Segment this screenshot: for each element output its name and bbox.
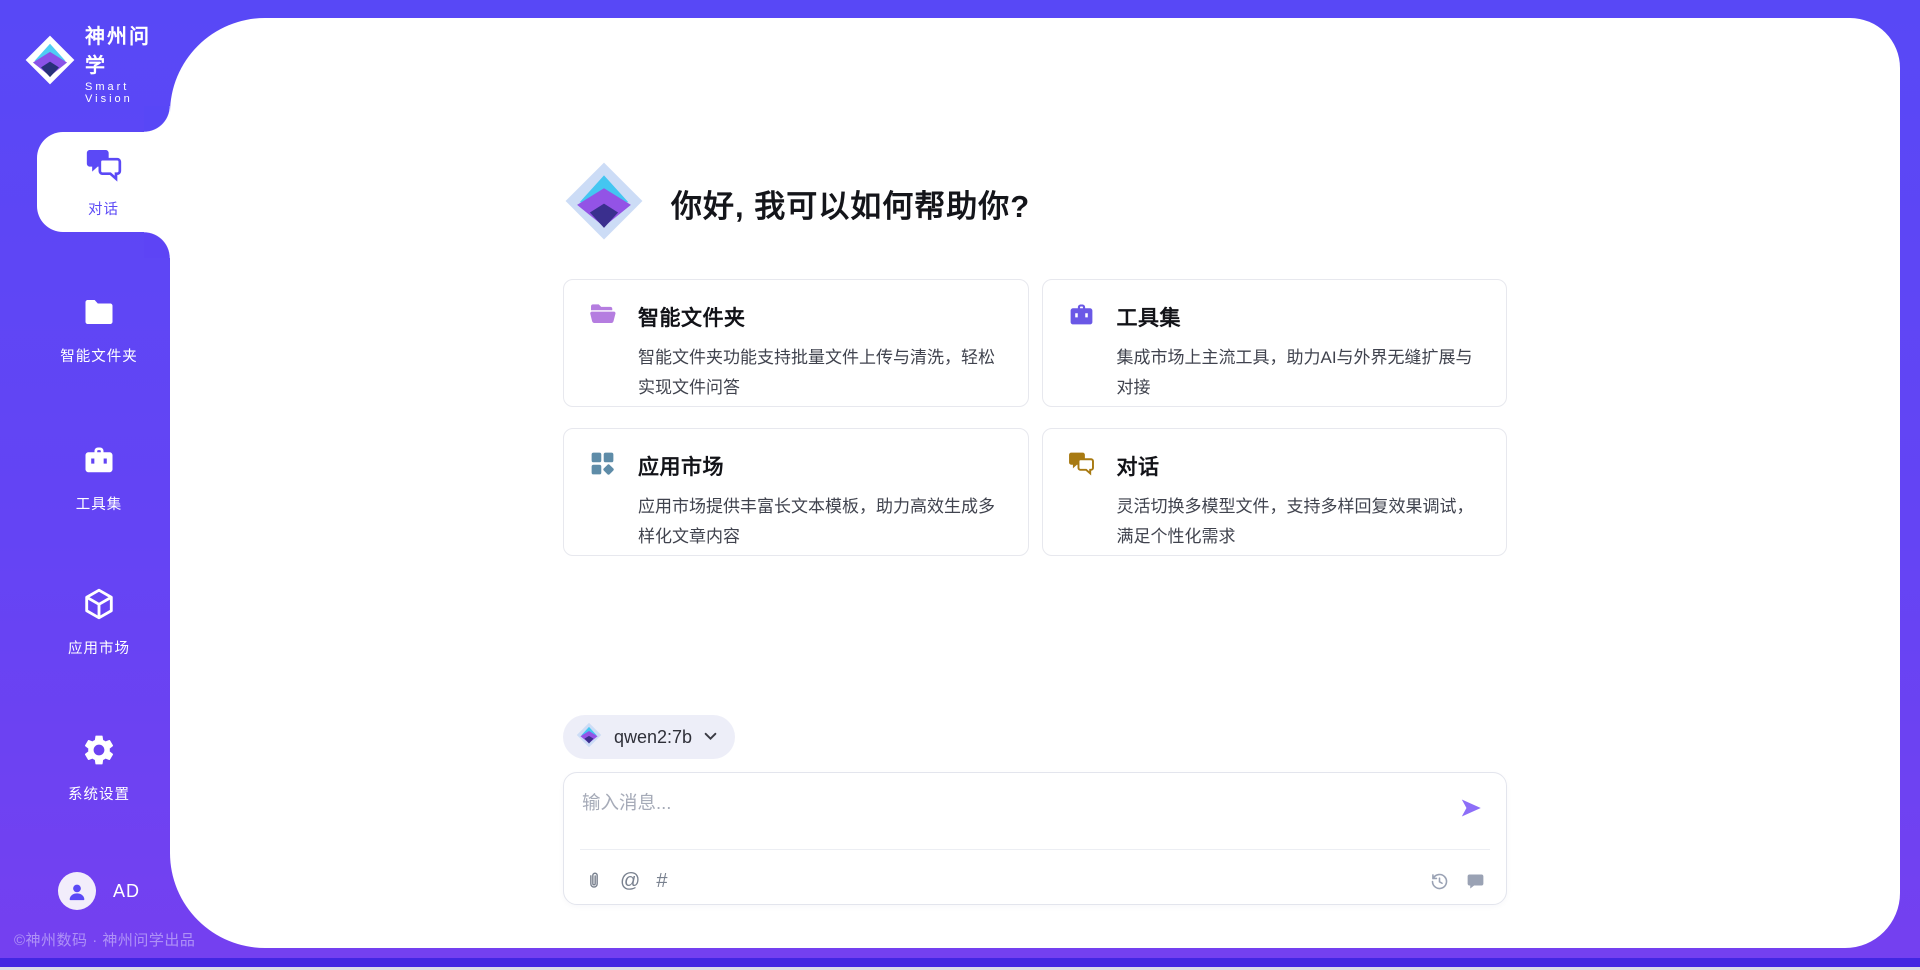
model-selector[interactable]: qwen2:7b [563,715,735,759]
card-title: 对话 [1117,451,1160,481]
folder-icon [81,294,117,334]
card-description: 应用市场提供丰富长文本模板，助力高效生成多样化文章内容 [638,492,1004,552]
toolbox-icon [81,442,117,482]
brand-diamond-icon [24,34,76,91]
card-toolset[interactable]: 工具集 集成市场上主流工具，助力AI与外界无缝扩展与对接 [1042,279,1508,407]
folder-open-icon [588,300,617,334]
card-description: 智能文件夹功能支持批量文件上传与清洗，轻松实现文件问答 [638,343,1004,403]
user-initials: AD [113,881,140,902]
chat-icon [84,145,124,190]
history-icon[interactable] [1429,871,1450,892]
main-content: 你好, 我可以如何帮助你? 智能文件夹 智能文件夹功能支持批量文件上传与清洗，轻… [170,18,1900,948]
avatar [58,872,96,910]
card-description: 灵活切换多模型文件，支持多样回复效果调试，满足个性化需求 [1117,492,1483,552]
card-chat[interactable]: 对话 灵活切换多模型文件，支持多样回复效果调试，满足个性化需求 [1042,428,1508,556]
sidebar-item-settings[interactable]: 系统设置 [14,732,184,804]
tab-fillet-bottom [144,232,170,258]
card-smart-folder[interactable]: 智能文件夹 智能文件夹功能支持批量文件上传与清洗，轻松实现文件问答 [563,279,1029,407]
send-icon[interactable] [1458,795,1484,821]
card-app-market[interactable]: 应用市场 应用市场提供丰富长文本模板，助力高效生成多样化文章内容 [563,428,1029,556]
brand-subtitle: Smart Vision [85,81,170,105]
feedback-icon[interactable] [1465,871,1486,892]
window-bottom-bar [0,958,1920,967]
sidebar: 神州问学 Smart Vision 对话 智能文件夹 工具集 [0,0,170,970]
cube-icon [81,586,117,626]
greeting-title: 你好, 我可以如何帮助你? [671,181,1030,226]
sidebar-item-toolset[interactable]: 工具集 [14,442,184,514]
message-input-box: @ # [563,772,1507,905]
greeting-row: 你好, 我可以如何帮助你? [563,160,1507,247]
card-description: 集成市场上主流工具，助力AI与外界无缝扩展与对接 [1117,343,1483,403]
brand-logo: 神州问学 Smart Vision [24,20,170,105]
brand-diamond-icon [563,160,645,247]
brand-name: 神州问学 [85,20,170,78]
apps-grid-icon [588,449,617,483]
person-icon [66,880,88,902]
toolbox-icon [1067,300,1096,334]
chevron-down-icon [704,728,717,746]
model-name: qwen2:7b [614,727,692,748]
sidebar-item-app-market[interactable]: 应用市场 [14,586,184,658]
attachment-icon[interactable] [584,871,604,891]
sidebar-item-label: 系统设置 [68,783,130,804]
card-title: 智能文件夹 [638,302,746,332]
card-title: 应用市场 [638,451,724,481]
card-title: 工具集 [1117,302,1182,332]
gear-icon [81,732,117,772]
chat-icon [1067,449,1096,483]
sidebar-item-label: 工具集 [76,493,123,514]
hashtag-icon[interactable]: # [656,871,667,891]
feature-cards: 智能文件夹 智能文件夹功能支持批量文件上传与清洗，轻松实现文件问答 工具集 集成… [563,279,1507,556]
sidebar-item-label: 对话 [88,198,119,219]
brand-diamond-icon [576,722,602,753]
sidebar-item-smart-folder[interactable]: 智能文件夹 [14,294,184,366]
sidebar-item-label: 智能文件夹 [60,345,138,366]
sidebar-item-chat[interactable]: 对话 [37,132,170,232]
input-divider [580,849,1490,850]
user-account[interactable]: AD [58,872,140,910]
message-input[interactable] [582,789,1442,841]
composer: qwen2:7b [563,715,1507,905]
copyright-footer: ©神州数码 · 神州问学出品 [14,929,195,950]
mention-icon[interactable]: @ [620,871,640,891]
sidebar-item-label: 应用市场 [68,637,130,658]
tab-fillet-top [144,106,170,132]
